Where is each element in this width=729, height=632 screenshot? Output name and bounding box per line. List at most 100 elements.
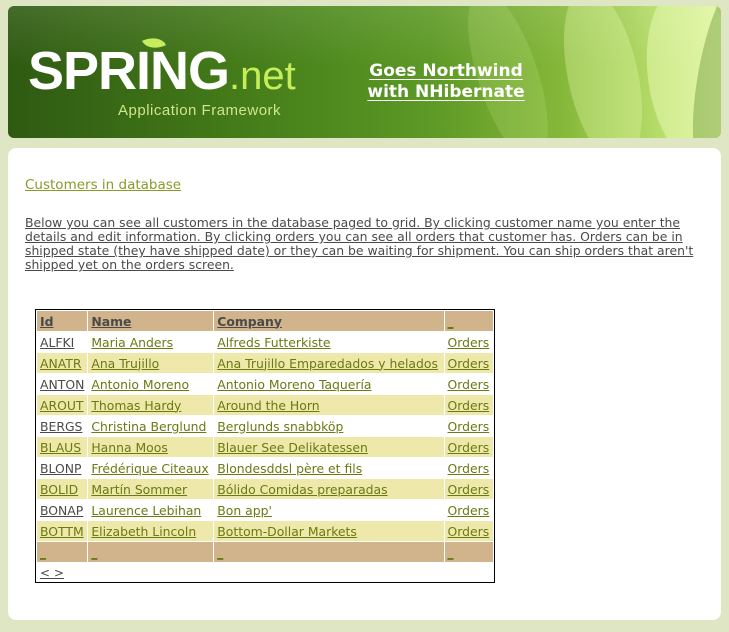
customer-orders-link[interactable]: Orders	[448, 482, 490, 497]
table-cell-name: Antonio Moreno	[87, 373, 215, 395]
column-header-orders: _	[443, 310, 495, 332]
table-cell-orders: Orders	[443, 394, 495, 416]
customer-company-link[interactable]: Antonio Moreno Taquería	[217, 377, 371, 392]
sort-company-link[interactable]: Company	[217, 314, 282, 329]
table-row: BLAUS Hanna Moos Blauer See Delikatessen Or…	[35, 436, 495, 458]
table-cell-id: ANTON	[35, 373, 89, 395]
table-cell-id: ANATR	[35, 352, 89, 374]
table-cell-name: Thomas Hardy	[87, 394, 215, 416]
customer-id-link[interactable]: BONAP	[40, 503, 83, 518]
table-cell-id: BOLID	[35, 478, 89, 500]
customer-name-link[interactable]: Antonio Moreno	[91, 377, 189, 392]
customer-orders-link[interactable]: Orders	[448, 377, 490, 392]
table-cell-orders: Orders	[443, 352, 495, 374]
customer-company-link[interactable]: Around the Horn	[217, 398, 319, 413]
table-cell-company: Antonio Moreno Taquería	[213, 373, 445, 395]
customers-grid: Id Name Company _ ALFKI Maria Anders Alfre…	[35, 309, 495, 583]
customer-id-link[interactable]: BOLID	[40, 482, 78, 497]
customer-name-link[interactable]: Elizabeth Lincoln	[91, 524, 196, 539]
table-footer-row: _ _ _ _	[35, 541, 495, 563]
table-cell-orders: Orders	[443, 478, 495, 500]
sort-name-link[interactable]: Name	[91, 314, 131, 329]
customer-company-link[interactable]: Bottom-Dollar Markets	[217, 524, 357, 539]
customer-id-link[interactable]: ANTON	[40, 377, 84, 392]
customer-id-link[interactable]: BERGS	[40, 419, 82, 434]
content-panel: Customers in database Below you can see …	[8, 148, 721, 620]
logo-main-text: SPRING	[28, 41, 230, 101]
customer-company-link[interactable]: Ana Trujillo Emparedados y helados	[217, 356, 438, 371]
table-cell-company: Ana Trujillo Emparedados y helados	[213, 352, 445, 374]
footer-dash: _	[91, 545, 98, 560]
customer-name-link[interactable]: Maria Anders	[91, 335, 173, 350]
customer-company-link[interactable]: Alfreds Futterkiste	[217, 335, 330, 350]
spring-logo: SPRING.net	[28, 44, 296, 98]
footer-cell: _	[443, 541, 495, 563]
customer-orders-link[interactable]: Orders	[448, 335, 490, 350]
customer-id-link[interactable]: BLONP	[40, 461, 81, 476]
customer-name-link[interactable]: Thomas Hardy	[91, 398, 181, 413]
sort-id-link[interactable]: Id	[40, 314, 53, 329]
customer-name-link[interactable]: Ana Trujillo	[91, 356, 159, 371]
table-cell-id: BERGS	[35, 415, 89, 437]
column-header-name[interactable]: Name	[87, 310, 215, 332]
customer-orders-link[interactable]: Orders	[448, 398, 490, 413]
header-banner: SPRING.net Application Framework Goes No…	[8, 6, 721, 138]
customer-name-link[interactable]: Frédérique Citeaux	[91, 461, 208, 476]
table-cell-name: Laurence Lebihan	[87, 499, 215, 521]
table-cell-name: Maria Anders	[87, 331, 215, 353]
customer-company-link[interactable]: Berglunds snabbköp	[217, 419, 343, 434]
customer-id-link[interactable]: ANATR	[40, 356, 81, 371]
customer-orders-link[interactable]: Orders	[448, 419, 490, 434]
customer-orders-link[interactable]: Orders	[448, 461, 490, 476]
customer-name-link[interactable]: Hanna Moos	[91, 440, 167, 455]
table-body: ALFKI Maria Anders Alfreds Futterkiste Orde…	[35, 331, 495, 542]
table-cell-company: Alfreds Futterkiste	[213, 331, 445, 353]
customer-id-link[interactable]: BOTTM	[40, 524, 84, 539]
table-row: ANTON Antonio Moreno Antonio Moreno Taquer…	[35, 373, 495, 395]
table-cell-id: BONAP	[35, 499, 89, 521]
column-header-id[interactable]: Id	[35, 310, 89, 332]
table-cell-name: Hanna Moos	[87, 436, 215, 458]
customer-orders-link[interactable]: Orders	[448, 356, 490, 371]
customer-name-link[interactable]: Laurence Lebihan	[91, 503, 201, 518]
customers-table: Id Name Company _ ALFKI Maria Anders Alfre…	[35, 310, 495, 563]
app-title-line1: Goes Northwind	[369, 61, 523, 81]
table-cell-id: BLAUS	[35, 436, 89, 458]
page-description[interactable]: Below you can see all customers in the d…	[25, 216, 695, 272]
table-cell-company: Blondesddsl père et fils	[213, 457, 445, 479]
table-row: BOTTM Elizabeth Lincoln Bottom-Dollar Mark…	[35, 520, 495, 542]
customer-orders-link[interactable]: Orders	[448, 503, 490, 518]
customer-orders-link[interactable]: Orders	[448, 440, 490, 455]
table-cell-orders: Orders	[443, 499, 495, 521]
customer-id-link[interactable]: AROUT	[40, 398, 83, 413]
footer-cell: _	[87, 541, 215, 563]
app-title: Goes Northwind with NHibernate	[356, 61, 536, 103]
column-header-company[interactable]: Company	[213, 310, 445, 332]
customer-company-link[interactable]: Blauer See Delikatessen	[217, 440, 368, 455]
pager-links[interactable]: < >	[40, 566, 64, 580]
customer-id-link[interactable]: ALFKI	[40, 335, 74, 350]
table-cell-name: Elizabeth Lincoln	[87, 520, 215, 542]
customer-company-link[interactable]: Bon app'	[217, 503, 272, 518]
table-cell-id: BOTTM	[35, 520, 89, 542]
table-cell-name: Frédérique Citeaux	[87, 457, 215, 479]
footer-dash: _	[40, 545, 46, 560]
customer-company-link[interactable]: Bólido Comidas preparadas	[217, 482, 387, 497]
logo-suffix-text: .net	[229, 54, 296, 98]
table-header-row: Id Name Company _	[35, 310, 495, 332]
customer-name-link[interactable]: Christina Berglund	[91, 419, 206, 434]
customer-company-link[interactable]: Blondesddsl père et fils	[217, 461, 362, 476]
table-cell-name: Christina Berglund	[87, 415, 215, 437]
table-row: AROUT Thomas Hardy Around the Horn Orders	[35, 394, 495, 416]
customer-name-link[interactable]: Martín Sommer	[91, 482, 187, 497]
table-cell-id: ALFKI	[35, 331, 89, 353]
table-cell-orders: Orders	[443, 415, 495, 437]
footer-cell: _	[213, 541, 445, 563]
customer-id-link[interactable]: BLAUS	[40, 440, 81, 455]
table-cell-company: Bólido Comidas preparadas	[213, 478, 445, 500]
table-cell-company: Bon app'	[213, 499, 445, 521]
app-title-line2: with NHibernate	[367, 82, 525, 102]
table-cell-name: Martín Sommer	[87, 478, 215, 500]
customer-orders-link[interactable]: Orders	[448, 524, 490, 539]
page-heading-link[interactable]: Customers in database	[25, 177, 181, 193]
